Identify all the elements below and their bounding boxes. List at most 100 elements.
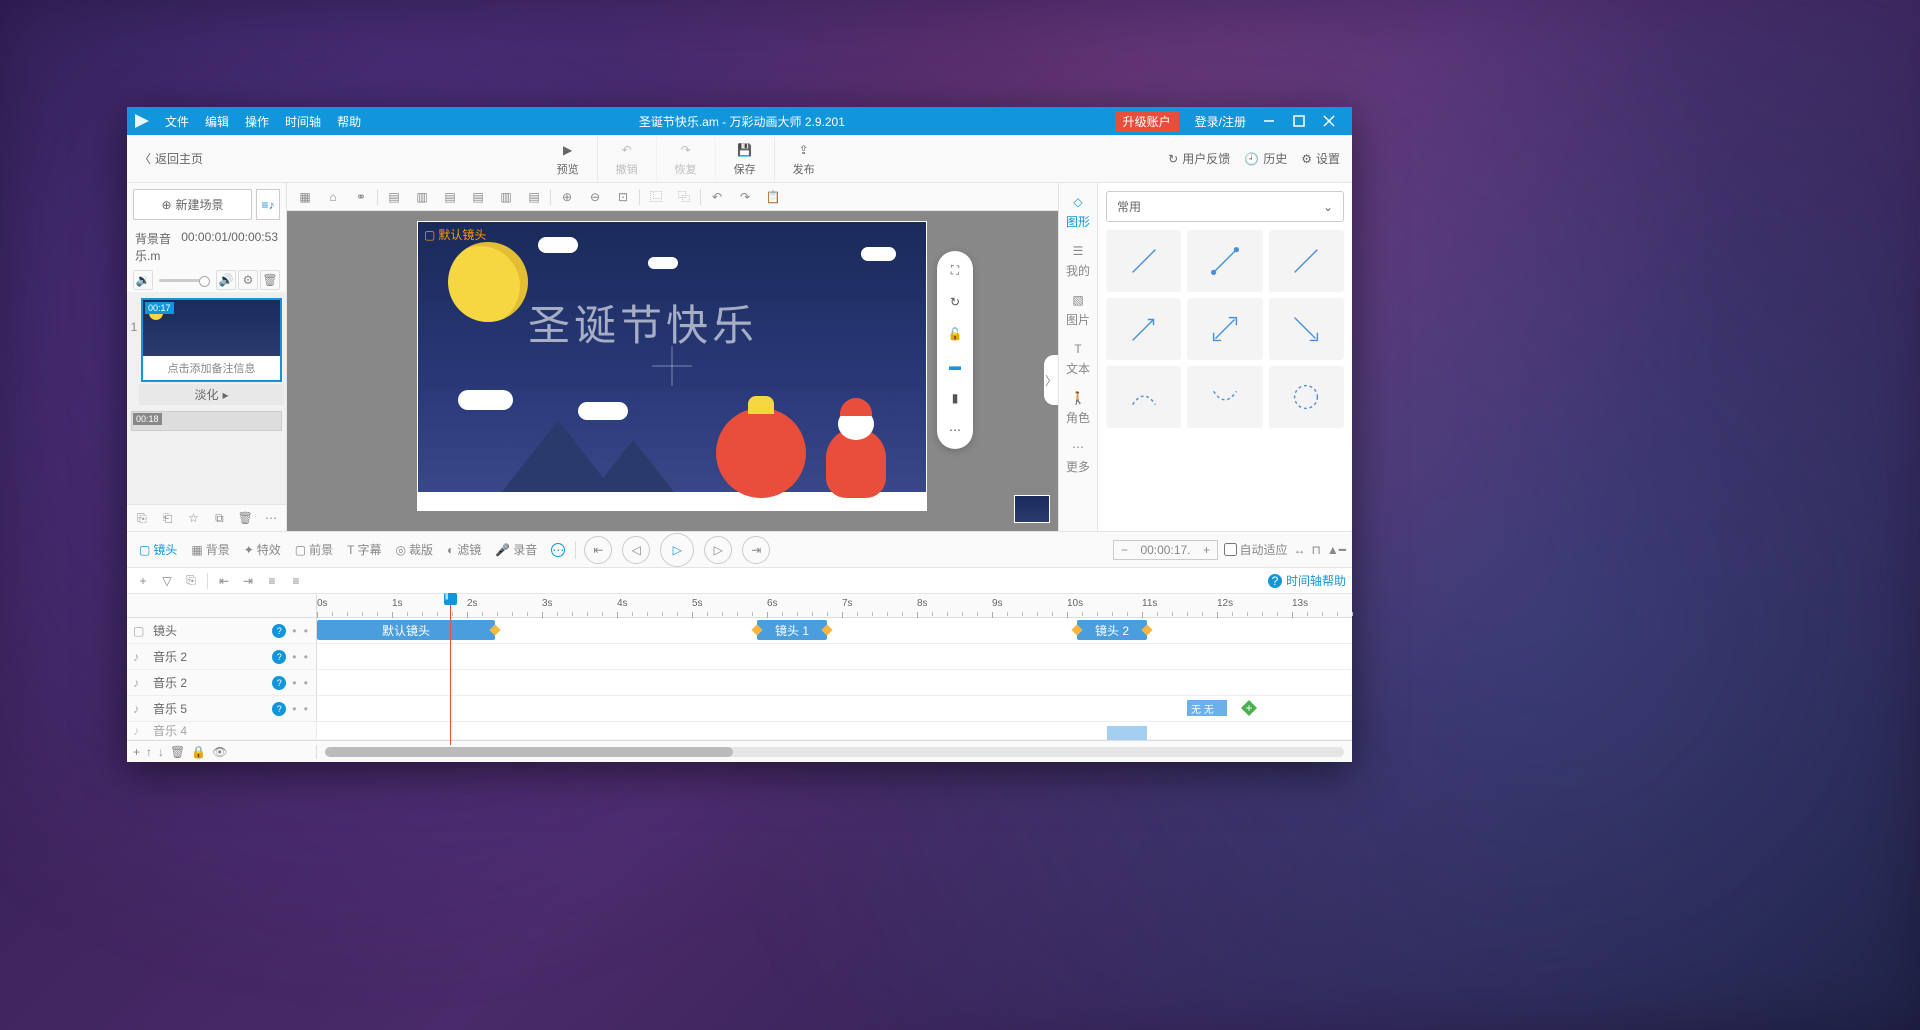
snap-button[interactable]: ↔ [1294, 543, 1306, 557]
lock-button[interactable]: 🔓 [944, 323, 966, 345]
bgm-settings-button[interactable]: ⚙ [238, 270, 258, 290]
screen-button[interactable]: ▬ [944, 355, 966, 377]
gift-bag-shape[interactable] [716, 408, 806, 498]
save-button[interactable]: 💾保存 [716, 137, 775, 181]
clip-camera-1[interactable]: 镜头 1 [757, 620, 827, 640]
ungroup-button[interactable]: ⿻ [670, 185, 698, 209]
login-button[interactable]: 登录/注册 [1187, 113, 1254, 130]
time-minus-button[interactable]: − [1114, 543, 1134, 557]
tab-text[interactable]: T文本 [1060, 334, 1096, 383]
magnet-button[interactable]: ⊓ [1312, 543, 1321, 557]
cloud-shape[interactable] [458, 390, 513, 410]
menu-action[interactable]: 操作 [237, 113, 277, 130]
scene-export-button[interactable]: ⎘ [133, 509, 151, 527]
track-label[interactable]: ♪音乐 2?• • [127, 670, 317, 695]
play-button[interactable]: ▷ [660, 533, 694, 567]
shape-circle-dashed[interactable] [1269, 366, 1344, 428]
tab-more[interactable]: ⋯更多 [1060, 432, 1096, 481]
scene-more-button[interactable]: ⋯ [262, 509, 280, 527]
zoom-in-button[interactable]: ⊕ [553, 185, 581, 209]
tab-extra[interactable]: ⋯ [545, 539, 571, 561]
shape-line-1[interactable] [1106, 230, 1181, 292]
cloud-shape[interactable] [648, 257, 678, 269]
shape-arc-2[interactable] [1187, 366, 1262, 428]
zoom-slider-icon[interactable]: ▲━ [1327, 543, 1346, 557]
maximize-button[interactable] [1284, 107, 1314, 135]
volume-slider[interactable] [159, 279, 210, 282]
align-middle-button[interactable]: ▥ [492, 185, 520, 209]
track-label[interactable]: ♪音乐 2?• • [127, 644, 317, 669]
next-keyframe-button[interactable]: ⇥ [742, 536, 770, 564]
step-forward-button[interactable]: ▷ [704, 536, 732, 564]
add-clip-button[interactable]: + [1241, 700, 1257, 716]
scene-transition-button[interactable]: 淡化▸ [139, 384, 284, 405]
menu-file[interactable]: 文件 [157, 113, 197, 130]
feedback-button[interactable]: ↻用户反馈 [1168, 150, 1230, 167]
timeline-scrollbar[interactable] [325, 747, 1344, 757]
close-button[interactable] [1314, 107, 1344, 135]
more-tools-button[interactable]: ⋯ [944, 419, 966, 441]
santa-character[interactable] [816, 398, 896, 498]
tab-effects[interactable]: ✦特效 [238, 537, 287, 562]
indent-right-button[interactable]: ⇥ [238, 571, 258, 591]
tab-camera[interactable]: ▢镜头 [133, 537, 183, 562]
tab-mine[interactable]: ☰我的 [1060, 236, 1096, 285]
scene-copy-button[interactable]: ⧉ [210, 509, 228, 527]
title-text[interactable]: 圣诞节快乐 [528, 292, 758, 353]
back-home-button[interactable]: 〈 返回主页 [139, 150, 203, 167]
undo-button[interactable]: ↶撤销 [598, 137, 657, 181]
link-button[interactable]: ⚭ [347, 185, 375, 209]
minimize-button[interactable] [1254, 107, 1284, 135]
zoom-out-button[interactable]: ⊖ [581, 185, 609, 209]
redo-small-button[interactable]: ↷ [731, 185, 759, 209]
scene-favorite-button[interactable]: ☆ [185, 509, 203, 527]
menu-edit[interactable]: 编辑 [197, 113, 237, 130]
upgrade-button[interactable]: 升级账户 [1115, 111, 1179, 132]
volume-up-button[interactable]: 🔊 [216, 270, 236, 290]
redo-button[interactable]: ↷恢复 [657, 137, 716, 181]
tab-foreground[interactable]: ▢前景 [289, 537, 339, 562]
add-track-button[interactable]: + [133, 571, 153, 591]
prev-keyframe-button[interactable]: ⇤ [584, 536, 612, 564]
canvas-stage[interactable]: ▢默认镜头 圣诞节快乐 [417, 221, 927, 511]
scene-item-2[interactable]: 00:18 [131, 411, 282, 431]
scene-import-button[interactable]: ⎗ [159, 509, 177, 527]
track-visibility-button[interactable]: 👁 [212, 745, 227, 759]
shape-line-3[interactable] [1269, 230, 1344, 292]
step-back-button[interactable]: ◁ [622, 536, 650, 564]
autofit-checkbox[interactable]: 自动适应 [1224, 541, 1288, 558]
align-top-button[interactable]: ▤ [464, 185, 492, 209]
shape-arrow-1[interactable] [1106, 298, 1181, 360]
clip-partial[interactable] [1107, 726, 1147, 740]
clip-nowu[interactable]: 无 无 [1187, 700, 1227, 716]
settings-button[interactable]: ⚙设置 [1301, 150, 1340, 167]
history-button[interactable]: 🕘历史 [1244, 150, 1287, 167]
timeline-ruler[interactable]: 0s1s2s3s4s5s6s7s8s9s10s11s12s13s [127, 594, 1352, 618]
align-right-button[interactable]: ▤ [436, 185, 464, 209]
tab-filter[interactable]: ◐滤镜 [441, 537, 487, 562]
ruler-button[interactable]: ▦ [291, 185, 319, 209]
shape-arc-1[interactable] [1106, 366, 1181, 428]
zoom-fit-button[interactable]: ⊡ [609, 185, 637, 209]
align-track-button[interactable]: ≡ [262, 571, 282, 591]
tab-record[interactable]: 🎤录音 [489, 537, 543, 562]
shape-category-select[interactable]: 常用⌄ [1106, 191, 1344, 222]
time-plus-button[interactable]: + [1197, 543, 1217, 557]
help-icon[interactable]: ? [272, 676, 286, 690]
tab-character[interactable]: 🚶角色 [1060, 383, 1096, 432]
panel-expand-button[interactable]: 〉 [1044, 355, 1058, 405]
shape-line-2[interactable] [1187, 230, 1262, 292]
fullscreen-button[interactable]: ⛶ [944, 259, 966, 281]
scene-sort-button[interactable]: ≡♪ [256, 189, 280, 220]
scene-item-1[interactable]: 00:17 点击添加备注信息 [141, 298, 282, 382]
track-up-button[interactable]: ↑ [146, 745, 152, 759]
tab-images[interactable]: ▧图片 [1060, 285, 1096, 334]
volume-down-button[interactable]: 🔉 [133, 270, 153, 290]
moon-shape[interactable] [448, 242, 528, 322]
track-settings-button[interactable]: ⎘ [181, 571, 201, 591]
tab-subtitle[interactable]: T字幕 [341, 537, 387, 562]
canvas-minimap[interactable] [1014, 495, 1050, 523]
device-button[interactable]: ▮ [944, 387, 966, 409]
indent-left-button[interactable]: ⇤ [214, 571, 234, 591]
scene-caption[interactable]: 点击添加备注信息 [143, 356, 280, 380]
